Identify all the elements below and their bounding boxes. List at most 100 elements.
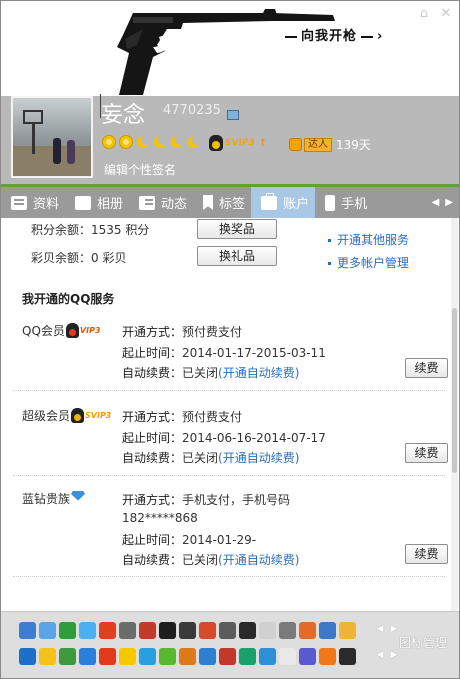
app-shortcut-icon[interactable]	[179, 622, 196, 639]
app-shortcut-icon[interactable]	[39, 622, 56, 639]
app-shortcut-icon[interactable]	[59, 648, 76, 665]
row-key: 起止时间：	[122, 533, 183, 547]
shells-value: 0 彩贝	[91, 251, 127, 265]
blue-diamond-icon	[71, 490, 86, 501]
avatar-court	[13, 146, 91, 176]
renew-button[interactable]: 续费	[405, 358, 448, 378]
daren-badge[interactable]: 达人 139天	[289, 136, 371, 153]
renew-button[interactable]: 续费	[405, 544, 448, 564]
signature-edit[interactable]: 编辑个性签名	[104, 161, 176, 178]
phone-icon	[325, 194, 336, 211]
service-name: QQ会员	[22, 324, 65, 338]
app-shortcut-icon[interactable]	[59, 622, 76, 639]
qq-level-icons[interactable]	[102, 134, 203, 149]
qq-number: 4770235	[163, 103, 221, 118]
enable-auto-renew-link[interactable]: (开通自动续费)	[218, 451, 299, 465]
tab-album[interactable]: 相册	[65, 187, 129, 218]
row-prev-icon[interactable]: ◀	[376, 650, 384, 660]
row-next-icon[interactable]: ▶	[390, 650, 398, 660]
app-shortcut-icon[interactable]	[219, 648, 236, 665]
more-account-management-link[interactable]: 更多帐户管理	[328, 254, 409, 271]
service-row: 开通方式：预付费支付	[122, 408, 242, 425]
tab-scroll-left-icon[interactable]: ◀	[432, 197, 440, 208]
enable-auto-renew-link[interactable]: (开通自动续费)	[218, 366, 299, 380]
app-shortcut-icon[interactable]	[259, 622, 276, 639]
app-shortcut-icon[interactable]	[19, 648, 36, 665]
app-shortcut-icon[interactable]	[319, 648, 336, 665]
nickname[interactable]: 妄念	[101, 97, 145, 129]
tab-phone[interactable]: 手机	[315, 187, 373, 218]
app-shortcut-icon[interactable]	[99, 622, 116, 639]
icon-manage-button[interactable]: 图标管理	[399, 634, 447, 651]
divider	[13, 475, 445, 476]
app-shortcut-icon[interactable]	[239, 622, 256, 639]
row-value: 预付费支付	[182, 325, 243, 339]
app-shortcut-icon[interactable]	[199, 622, 216, 639]
app-shortcut-icon[interactable]	[139, 648, 156, 665]
app-shortcut-icon[interactable]	[79, 622, 96, 639]
qq-number-badge-icon[interactable]	[227, 110, 239, 120]
service-name: 蓝钻贵族	[22, 492, 71, 506]
app-shortcut-icon[interactable]	[279, 648, 296, 665]
redeem-gift-button[interactable]: 换礼品	[197, 246, 277, 266]
tab-scroll-right-icon[interactable]: ▶	[445, 197, 453, 208]
close-icon[interactable]: ✕	[439, 7, 453, 21]
app-shortcut-icon[interactable]	[339, 648, 356, 665]
tab-profile[interactable]: 资料	[1, 187, 65, 218]
service-row: 开通方式：手机支付，手机号码	[122, 491, 290, 508]
row-next-icon[interactable]: ▶	[390, 624, 398, 634]
avatar[interactable]	[11, 96, 93, 178]
shells-row: 彩贝余额：0 彩贝	[31, 249, 126, 266]
app-shortcut-icon[interactable]	[179, 648, 196, 665]
revolver-banner-image	[117, 9, 335, 95]
tab-feed[interactable]: 动态	[129, 187, 193, 218]
app-shortcut-icon[interactable]	[279, 622, 296, 639]
daren-days: 139天	[336, 138, 371, 152]
app-shortcut-icon[interactable]	[199, 648, 216, 665]
scrollbar-thumb[interactable]	[452, 308, 457, 473]
tab-tags[interactable]: 标签	[193, 187, 251, 218]
app-shortcut-icon[interactable]	[299, 622, 316, 639]
app-shortcut-icon[interactable]	[259, 648, 276, 665]
services-title: 我开通的QQ服务	[22, 292, 115, 306]
row-key: 起止时间：	[122, 346, 183, 360]
profile-window: 向我开枪 › ⌂ ✕ 妄念 4770235 SVIP3 ↑ 达人 139天 编辑…	[0, 0, 460, 679]
profile-icon	[11, 195, 27, 210]
slogan-dash-right	[361, 35, 374, 38]
app-shortcut-icon[interactable]	[39, 648, 56, 665]
tab-label: 动态	[161, 197, 188, 212]
app-shortcut-icon[interactable]	[119, 622, 136, 639]
svip-badge[interactable]: SVIP3 ↑	[209, 135, 267, 151]
app-shortcut-icon[interactable]	[99, 648, 116, 665]
app-shortcut-icon[interactable]	[139, 622, 156, 639]
app-shortcut-icon[interactable]	[19, 622, 36, 639]
content-scrollbar[interactable]	[451, 218, 458, 611]
app-shortcut-icon[interactable]	[119, 648, 136, 665]
app-shortcut-icon[interactable]	[239, 648, 256, 665]
app-shortcut-icon[interactable]	[219, 622, 236, 639]
account-icon	[261, 192, 278, 210]
tab-account[interactable]: 账户	[251, 187, 316, 218]
link-label: 开通其他服务	[337, 233, 410, 247]
app-shortcut-icon[interactable]	[319, 622, 336, 639]
redeem-prize-button[interactable]: 换奖品	[197, 219, 277, 239]
points-value: 1535 积分	[91, 223, 150, 237]
renew-button[interactable]: 续费	[405, 443, 448, 463]
row-key: 开通方式：	[122, 410, 183, 424]
row-value: 已关闭	[182, 553, 219, 567]
app-shortcut-icon[interactable]	[339, 622, 356, 639]
service-name: 超级会员	[22, 409, 71, 423]
app-shortcut-icon[interactable]	[159, 648, 176, 665]
service-row: 起止时间：2014-01-17-2015-03-11	[122, 344, 326, 361]
skin-icon[interactable]: ⌂	[417, 7, 431, 21]
link-label: 更多帐户管理	[337, 256, 410, 270]
app-shortcut-icon[interactable]	[299, 648, 316, 665]
svip-penguin-icon	[209, 135, 223, 151]
app-shortcut-icon[interactable]	[79, 648, 96, 665]
row-prev-icon[interactable]: ◀	[376, 624, 384, 634]
header-slogan: 向我开枪 ›	[281, 25, 383, 44]
profile-tabs: 资料 相册 动态 标签 账户 手机 ◀ ▶	[1, 184, 459, 218]
enable-auto-renew-link[interactable]: (开通自动续费)	[218, 553, 299, 567]
app-shortcut-icon[interactable]	[159, 622, 176, 639]
open-other-services-link[interactable]: 开通其他服务	[328, 231, 409, 248]
